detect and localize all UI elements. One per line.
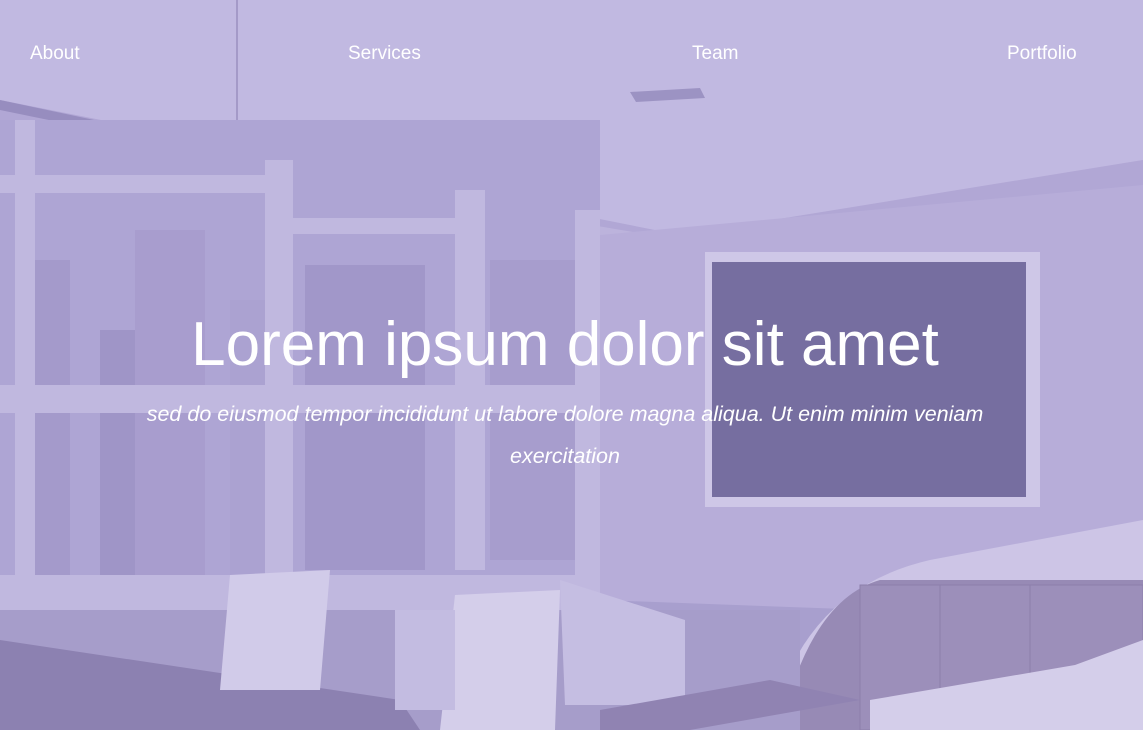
hero-section: About Services Team Portfolio Lorem ipsu… xyxy=(0,0,1143,730)
nav-link-team[interactable]: Team xyxy=(692,43,738,65)
nav-link-services[interactable]: Services xyxy=(348,43,421,65)
top-navigation: About Services Team Portfolio xyxy=(0,0,1143,110)
nav-link-portfolio[interactable]: Portfolio xyxy=(1007,43,1077,65)
hero-title: Lorem ipsum dolor sit amet xyxy=(191,310,939,379)
hero-subtitle: sed do eiusmod tempor incididunt ut labo… xyxy=(146,402,984,468)
nav-link-about[interactable]: About xyxy=(30,43,80,65)
